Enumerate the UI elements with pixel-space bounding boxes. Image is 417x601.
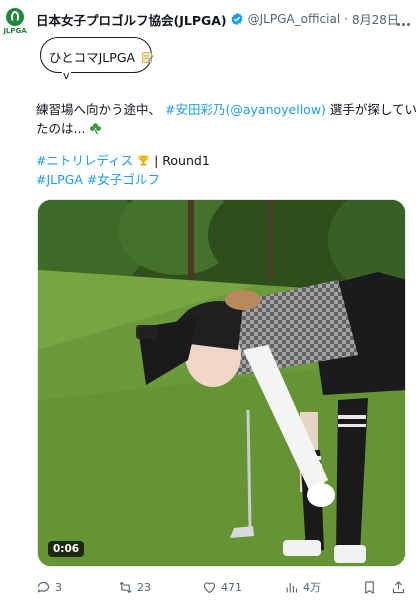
- like-count: 471: [221, 580, 242, 594]
- text-segment: 練習場へ向かう途中、: [36, 102, 162, 117]
- reply-count: 3: [55, 580, 62, 594]
- post-date[interactable]: 8月28日: [352, 11, 399, 28]
- video-player[interactable]: 0:06: [37, 199, 406, 567]
- display-name[interactable]: 日本女子プロゴルフ協会(JLPGA): [36, 10, 227, 29]
- verified-badge-icon: [231, 12, 243, 26]
- memo-icon: [142, 52, 154, 63]
- more-icon[interactable]: [397, 11, 413, 26]
- text-line-1: 練習場へ向かう途中、 #安田彩乃(@ayanoyellow) 選手が探してい: [36, 100, 417, 119]
- text-line-3: #ニトリレディス | Round1: [36, 151, 406, 170]
- text-line-4: #JLPGA #女子ゴルフ: [36, 170, 406, 189]
- tweet-header: 日本女子プロゴルフ協会(JLPGA) @JLPGA_official · 8月2…: [36, 9, 411, 29]
- video-duration: 0:06: [48, 541, 85, 557]
- bookmark-icon: [365, 580, 374, 594]
- reply-button[interactable]: 3: [36, 578, 62, 596]
- text-segment: 選手が探してい: [329, 102, 417, 117]
- separator-dot: ·: [344, 12, 348, 26]
- hashtag-joshi-golf[interactable]: #女子ゴルフ: [87, 172, 160, 187]
- reply-icon: [37, 581, 50, 592]
- bubble-label: ひとコマJLPGA: [49, 50, 136, 65]
- avatar-logo-text: JLPGA: [3, 27, 27, 35]
- round-text: | Round1: [154, 153, 210, 168]
- repost-count: 23: [137, 580, 151, 594]
- tweet-text: 練習場へ向かう途中、 #安田彩乃(@ayanoyellow) 選手が探してい た…: [36, 100, 417, 189]
- share-icon: [392, 580, 405, 593]
- tweet-card[interactable]: JLPGA 日本女子プロゴルフ協会(JLPGA) @JLPGA_official…: [0, 0, 417, 601]
- repost-button[interactable]: 23: [118, 578, 151, 596]
- like-icon: [203, 581, 216, 593]
- views-count: 4万: [303, 581, 321, 594]
- bubble-text: ひとコマJLPGA: [49, 47, 154, 66]
- repost-icon: [119, 581, 132, 593]
- speech-bubble: ひとコマJLPGA: [40, 37, 154, 73]
- share-button[interactable]: [391, 578, 410, 596]
- clover-icon: [90, 123, 102, 135]
- views-button[interactable]: 4万: [284, 578, 321, 596]
- hashtag-nitori[interactable]: #ニトリレディス: [36, 153, 133, 168]
- jlpga-logo-icon: [6, 8, 24, 26]
- action-bar: 3 23 471 4万: [36, 578, 408, 596]
- handle[interactable]: @JLPGA_official: [248, 12, 341, 26]
- text-line-2: たのは...: [36, 119, 406, 138]
- mention-link[interactable]: #安田彩乃(@ayanoyellow): [165, 102, 326, 117]
- trophy-icon: [138, 155, 149, 166]
- hashtag-jlpga[interactable]: #JLPGA: [36, 172, 83, 187]
- bubble-tail: v: [62, 69, 71, 82]
- avatar[interactable]: JLPGA: [2, 8, 28, 40]
- bookmark-button[interactable]: [362, 578, 381, 596]
- like-button[interactable]: 471: [202, 578, 242, 596]
- text-segment: たのは...: [36, 121, 86, 136]
- video-frame: [38, 200, 405, 566]
- views-icon: [286, 582, 298, 592]
